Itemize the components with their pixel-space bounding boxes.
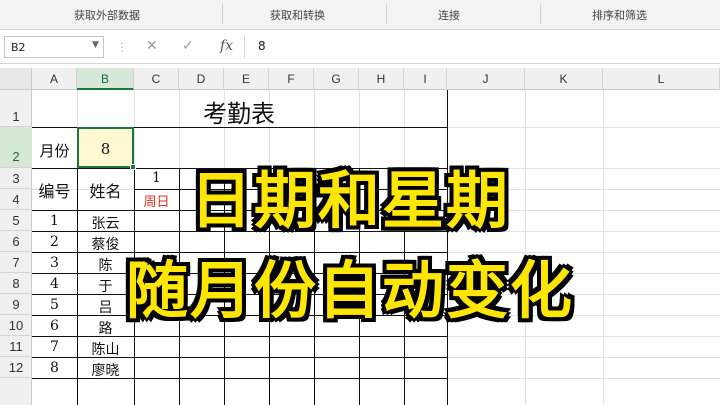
row-header-6[interactable]: 6 [0, 231, 32, 252]
column-header-d[interactable]: D [179, 68, 224, 90]
select-all-corner[interactable] [0, 68, 32, 90]
row-header-12[interactable]: 12 [0, 357, 32, 378]
column-header-bar: A B C D E F G H I J K L [32, 68, 720, 90]
formula-bar-divider [244, 36, 245, 58]
ribbon-separator [540, 4, 541, 24]
person-id: 7 [50, 339, 59, 355]
row-header-5[interactable]: 5 [0, 210, 32, 231]
ribbon-group-get-transform[interactable]: 获取和转换 [270, 7, 325, 23]
person-id: 6 [50, 318, 59, 334]
person-name: 廖晓 [91, 363, 120, 379]
row-header-bar: 1 2 3 4 5 6 7 8 9 10 11 12 [0, 90, 32, 405]
column-header-l[interactable]: L [603, 68, 720, 90]
column-header-j[interactable]: J [447, 68, 525, 90]
person-name: 张云 [91, 216, 120, 232]
person-id: 3 [50, 255, 59, 271]
column-header-c[interactable]: C [134, 68, 179, 90]
row-header-4[interactable]: 4 [0, 189, 32, 210]
column-header-e[interactable]: E [224, 68, 269, 90]
sheet-title: 考勤表 [203, 100, 275, 128]
row-header-7[interactable]: 7 [0, 252, 32, 273]
name-box[interactable]: B2 [4, 36, 104, 58]
month-label: 月份 [39, 142, 70, 160]
more-options-icon[interactable]: ⋮ [116, 40, 128, 54]
row-header-1[interactable]: 1 [0, 90, 32, 127]
column-header-b[interactable]: B [77, 68, 134, 90]
row-header-9[interactable]: 9 [0, 294, 32, 315]
column-header-h[interactable]: H [359, 68, 404, 90]
month-value: 8 [100, 140, 111, 158]
function-icon[interactable]: fx [220, 38, 233, 54]
check-icon[interactable]: ✓ [182, 38, 194, 54]
column-header-k[interactable]: K [525, 68, 603, 90]
ribbon-separator [222, 4, 223, 24]
ribbon-group-sort-filter[interactable]: 排序和筛选 [592, 7, 647, 23]
column-header-g[interactable]: G [314, 68, 359, 90]
ribbon-group-connections[interactable]: 连接 [438, 7, 460, 23]
day-number: 1 [152, 170, 161, 186]
overlay-caption-line1: 日期和星期 [190, 164, 511, 237]
column-header-a[interactable]: A [32, 68, 77, 90]
overlay-caption-line2: 随月份自动变化 [126, 254, 575, 327]
person-id: 5 [50, 297, 59, 313]
person-id: 8 [50, 360, 59, 376]
formula-input[interactable]: 8 [258, 39, 266, 53]
ribbon: 获取外部数据 获取和转换 连接 排序和筛选 [0, 0, 720, 30]
person-id: 4 [50, 276, 59, 292]
close-icon[interactable]: ✕ [146, 38, 158, 54]
row-header-2[interactable]: 2 [0, 127, 32, 168]
person-name: 陈山 [91, 342, 120, 358]
chevron-down-icon[interactable]: ▼ [92, 40, 99, 50]
row-header-10[interactable]: 10 [0, 315, 32, 336]
column-header-i[interactable]: I [404, 68, 447, 90]
ribbon-separator [386, 4, 387, 24]
formula-bar: B2 ▼ ⋮ ✕ ✓ fx 8 [0, 30, 720, 64]
row-header-11[interactable]: 11 [0, 336, 32, 357]
id-header: 编号 [38, 182, 71, 201]
name-header: 姓名 [89, 182, 122, 201]
person-id: 1 [50, 213, 59, 229]
ribbon-group-get-external-data[interactable]: 获取外部数据 [74, 7, 140, 23]
row-header-8[interactable]: 8 [0, 273, 32, 294]
weekday-label: 周日 [143, 195, 170, 210]
column-header-f[interactable]: F [269, 68, 314, 90]
row-header-3[interactable]: 3 [0, 168, 32, 189]
person-id: 2 [50, 234, 59, 250]
